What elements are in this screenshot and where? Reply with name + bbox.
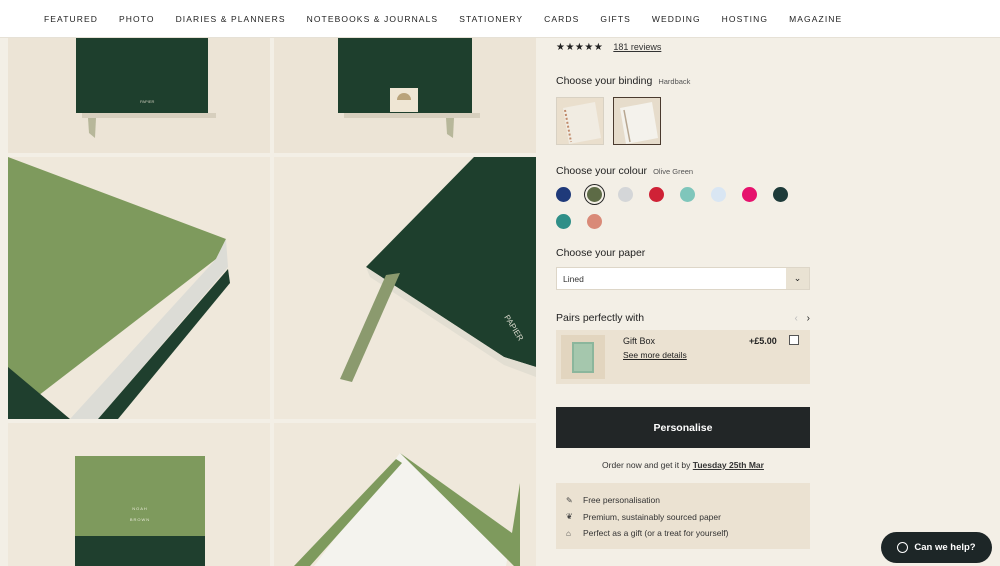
pair-item-name: Gift Box [623,336,656,346]
chat-bubble-icon [897,542,909,553]
nav-featured[interactable]: FEATURED [44,14,98,24]
gallery-image-3[interactable] [8,157,270,419]
rating-stars: ★★★★★ [556,41,604,53]
perk-label: Free personalisation [583,495,661,506]
personalise-button[interactable]: Personalise [556,407,810,448]
nav-diaries-planners[interactable]: DIARIES & PLANNERS [176,14,286,24]
colour-swatch[interactable] [680,187,695,202]
binding-title: Choose your binding [556,75,653,87]
nav-magazine[interactable]: MAGAZINE [789,14,842,24]
nav-stationery[interactable]: STATIONERY [459,14,523,24]
nav-gifts[interactable]: GIFTS [600,14,631,24]
leaf-icon: ❦ [566,512,573,522]
cover-name-last: BROWN [130,517,150,522]
pairs-nav: ‹ › [795,313,810,324]
gallery-image-5[interactable]: NOAH BROWN [8,423,270,566]
chevron-left-icon[interactable]: ‹ [795,313,798,324]
colour-swatch[interactable] [587,187,602,202]
top-nav: FEATURED PHOTO DIARIES & PLANNERS NOTEBO… [0,0,1000,38]
perk-item: ❦ Premium, sustainably sourced paper [566,509,810,526]
pair-item-card: Gift Box See more details +£5.00 [556,330,810,384]
nav-hosting[interactable]: HOSTING [722,14,768,24]
gift-icon: ⌂ [566,528,571,538]
colour-swatch[interactable] [618,187,633,202]
nav-notebooks-journals[interactable]: NOTEBOOKS & JOURNALS [307,14,439,24]
delivery-estimate-prefix: Order now and get it by [602,460,691,470]
chevron-right-icon[interactable]: › [807,313,810,324]
paper-title: Choose your paper [556,247,646,259]
perks-box: ✎ Free personalisation ❦ Premium, sustaina… [556,483,810,549]
colour-section-title: Choose your colour Olive Green [556,165,810,177]
binding-option-hardback[interactable] [613,97,661,145]
pen-icon: ✎ [566,495,573,505]
pair-item-checkbox[interactable] [789,335,799,345]
paper-section-title: Choose your paper [556,247,810,259]
colour-title: Choose your colour [556,165,648,177]
paper-select[interactable]: Lined ⌄ [556,267,810,290]
binding-selected-value: Hardback [658,77,691,86]
perk-label: Perfect as a gift (or a treat for yourse… [583,528,729,539]
binding-section-title: Choose your binding Hardback [556,75,810,87]
gallery-image-6[interactable] [274,423,536,566]
gallery-image-1[interactable]: PAPIER [8,38,270,153]
pair-item-price: +£5.00 [749,336,777,346]
colour-swatch[interactable] [556,187,571,202]
product-gallery: PAPIER PAPIER NOAH BROWN [8,38,536,566]
gallery-image-2[interactable] [274,38,536,153]
cover-name-first: NOAH [132,506,148,511]
delivery-date-link[interactable]: Tuesday 25th Mar [693,460,764,470]
binding-options [556,97,810,145]
help-chat-button[interactable]: Can we help? [881,532,992,563]
nav-cards[interactable]: CARDS [544,14,579,24]
perk-item: ✎ Free personalisation [566,492,810,509]
delivery-estimate: Order now and get it by Tuesday 25th Mar [556,460,810,470]
reviews-link[interactable]: 181 reviews [613,42,661,52]
pair-item-details-link[interactable]: See more details [623,350,687,360]
colour-swatches [556,187,810,241]
colour-swatch[interactable] [587,214,602,229]
perk-item: ⌂ Perfect as a gift (or a treat for yours… [566,525,810,542]
chevron-down-icon: ⌄ [786,268,809,289]
pairs-title: Pairs perfectly with [556,312,645,324]
nav-photo[interactable]: PHOTO [119,14,155,24]
colour-swatch[interactable] [711,187,726,202]
binding-option-spiral[interactable] [556,97,604,145]
cover-brand-text: PAPIER [140,99,154,104]
colour-swatch[interactable] [556,214,571,229]
gift-box-image [561,335,605,379]
perk-label: Premium, sustainably sourced paper [583,511,721,522]
product-options-panel: ★★★★★ 181 reviews Choose your binding Ha… [556,38,810,549]
colour-selected-value: Olive Green [653,167,694,176]
paper-select-value: Lined [563,273,584,284]
colour-swatch[interactable] [649,187,664,202]
gallery-image-4[interactable]: PAPIER [274,157,536,419]
help-label: Can we help? [914,542,976,553]
colour-swatch[interactable] [773,187,788,202]
nav-wedding[interactable]: WEDDING [652,14,701,24]
colour-swatch[interactable] [742,187,757,202]
pairs-header: Pairs perfectly with ‹ › [556,312,810,324]
